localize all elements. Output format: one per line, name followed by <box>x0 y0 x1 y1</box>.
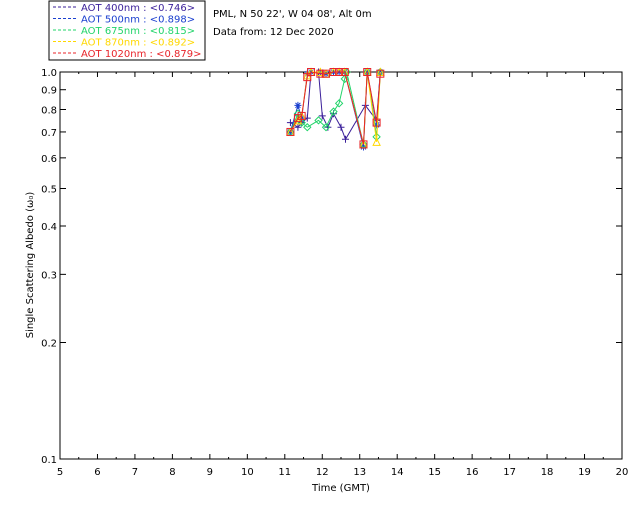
site-info: PML, N 50 22', W 04 08', Alt 0m <box>213 9 372 20</box>
data-point <box>341 135 349 143</box>
axis-ticks: 5 6 7 8 9 10 11 12 13 14 15 16 17 18 19 20 0.1 0.2 0.3 0.4 0… <box>41 68 628 478</box>
x-tick-label: 12 <box>316 467 329 478</box>
y-tick-label: 0.6 <box>41 154 57 165</box>
y-tick-label: 0.2 <box>41 339 57 350</box>
data-point <box>337 123 345 131</box>
chart: AOT 400nm : <0.746>AOT 500nm : <0.898>AO… <box>25 0 628 494</box>
x-tick-label: 5 <box>57 467 63 478</box>
legend: AOT 400nm : <0.746>AOT 500nm : <0.898>AO… <box>48 0 206 61</box>
data-point <box>294 101 302 109</box>
y-tick-label: 0.5 <box>41 184 57 195</box>
x-tick-label: 14 <box>391 467 404 478</box>
y-tick-label: 1.0 <box>41 68 57 79</box>
x-tick-label: 15 <box>428 467 441 478</box>
x-tick-label: 20 <box>616 467 629 478</box>
x-tick-label: 19 <box>578 467 591 478</box>
x-tick-label: 17 <box>503 467 516 478</box>
series-group <box>286 68 384 143</box>
x-tick-label: 6 <box>94 467 100 478</box>
legend-item-label: AOT 500nm : <0.898> <box>81 15 195 26</box>
data-point <box>359 143 367 151</box>
y-tick-label: 0.3 <box>41 270 57 281</box>
x-tick-label: 18 <box>541 467 554 478</box>
date-info: Data from: 12 Dec 2020 <box>213 27 334 38</box>
y-axis-label: Single Scattering Albedo (ω₀) <box>25 192 36 339</box>
legend-item-label: AOT 675nm : <0.815> <box>81 26 195 37</box>
y-tick-label: 0.4 <box>41 222 57 233</box>
x-tick-label: 10 <box>241 467 254 478</box>
x-tick-label: 7 <box>132 467 138 478</box>
series-group <box>286 67 385 149</box>
series-layer <box>286 67 385 151</box>
y-tick-label: 0.1 <box>41 455 57 466</box>
x-axis-label: Time (GMT) <box>311 483 370 494</box>
legend-item-label: AOT 870nm : <0.892> <box>81 38 195 49</box>
legend-item-label: AOT 1020nm : <0.879> <box>81 49 201 60</box>
y-tick-label: 0.9 <box>41 86 57 97</box>
x-tick-label: 11 <box>278 467 291 478</box>
y-tick-label: 0.7 <box>41 128 57 139</box>
x-tick-label: 9 <box>207 467 213 478</box>
legend-item-label: AOT 400nm : <0.746> <box>81 3 195 14</box>
x-tick-label: 8 <box>169 467 175 478</box>
y-tick-label: 0.8 <box>41 106 57 117</box>
x-tick-label: 16 <box>466 467 479 478</box>
x-tick-label: 13 <box>353 467 366 478</box>
